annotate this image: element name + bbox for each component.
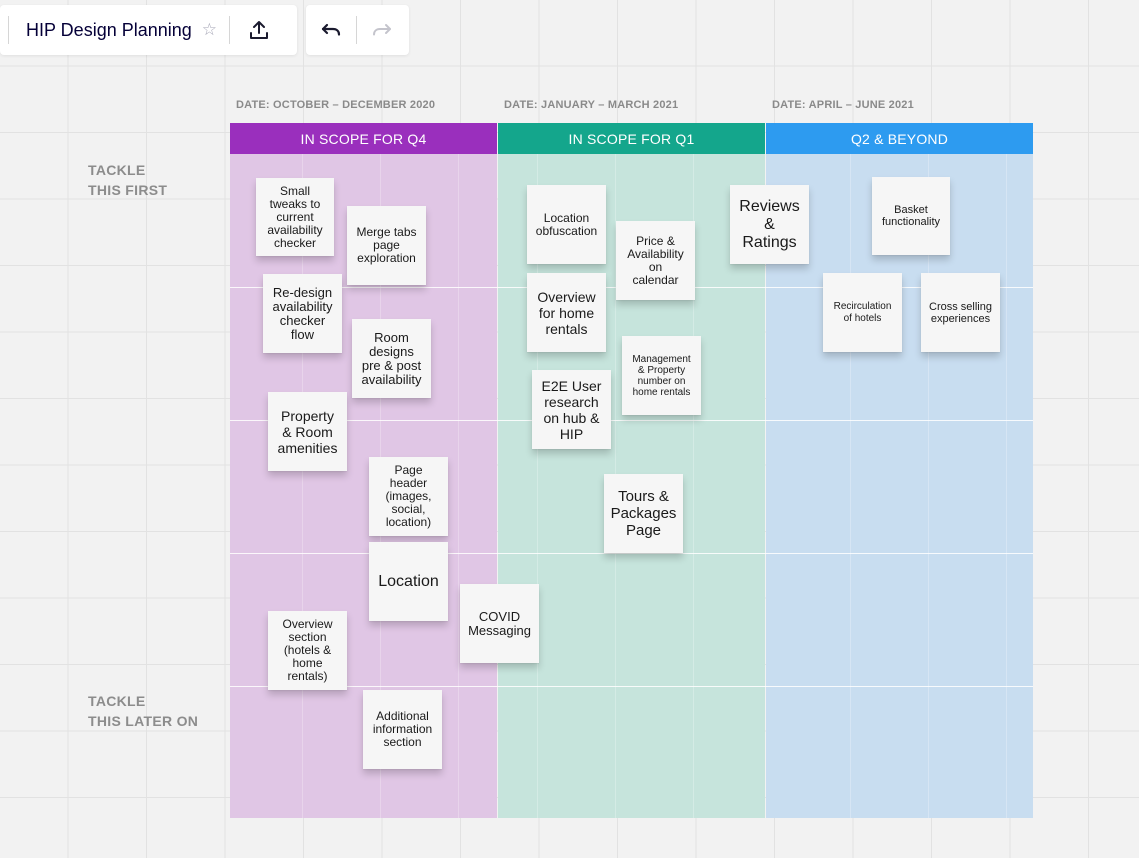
undo-button[interactable] [306,5,356,55]
sticky-note[interactable]: Overview for home rentals [527,273,606,352]
sticky-note[interactable]: COVID Messaging [460,584,539,663]
board-title[interactable]: HIP Design Planning [26,20,192,41]
row-label-later-text: TACKLE THIS LATER ON [88,693,199,729]
star-icon[interactable]: ☆ [202,20,217,40]
redo-button[interactable] [357,5,407,55]
sticky-note[interactable]: Overview section (hotels & home rentals) [268,611,347,690]
sticky-note[interactable]: Management & Property number on home ren… [622,336,701,415]
column-gridline [1006,154,1007,818]
column-header-q4[interactable]: IN SCOPE FOR Q4 [230,123,497,154]
sticky-note[interactable]: Location obfuscation [527,185,606,264]
sticky-note[interactable]: Basket functionality [872,177,950,255]
column-header-q1[interactable]: IN SCOPE FOR Q1 [498,123,765,154]
date-label-q1: DATE: JANUARY – MARCH 2021 [504,99,679,111]
sticky-note[interactable]: Cross selling experiences [921,273,1000,352]
undo-icon [321,23,341,36]
column-header-q2[interactable]: Q2 & BEYOND [766,123,1033,154]
sticky-note[interactable]: Reviews & Ratings [730,185,809,264]
row-divider [230,686,1033,687]
column-gridline [458,154,459,818]
date-label-q4: DATE: OCTOBER – DECEMBER 2020 [236,99,436,111]
row-divider [230,553,1033,554]
row-divider [230,420,1033,421]
sticky-note[interactable]: Property & Room amenities [268,392,347,471]
sticky-note[interactable]: Additional information section [363,690,442,769]
redo-icon [373,24,391,36]
sticky-note[interactable]: Location [369,542,448,621]
sticky-note[interactable]: Merge tabs page exploration [347,206,426,285]
sticky-note[interactable]: Tours & Packages Page [604,474,683,553]
sticky-note[interactable]: Price & Availability on calendar [616,221,695,300]
sticky-note[interactable]: Re-design availability checker flow [263,274,342,353]
date-label-q2: DATE: APRIL – JUNE 2021 [772,99,914,111]
sticky-note[interactable]: Small tweaks to current availability che… [256,178,334,256]
toolbar-divider [8,16,9,44]
row-label-first-text: TACKLE THIS FIRST [88,162,168,198]
column-gridline [850,154,851,818]
sticky-note[interactable]: E2E User research on hub & HIP [532,370,611,449]
sticky-note[interactable]: Recirculation of hotels [823,273,902,352]
row-label-later: TACKLE THIS LATER ON [88,691,198,731]
sticky-note[interactable]: Room designs pre & post availability [352,319,431,398]
export-button[interactable] [230,5,288,55]
history-toolbar [306,5,409,55]
upload-icon [250,21,269,39]
row-label-first: TACKLE THIS FIRST [88,160,167,200]
board-toolbar: HIP Design Planning ☆ [0,5,297,55]
sticky-note[interactable]: Page header (images, social, location) [369,457,448,536]
